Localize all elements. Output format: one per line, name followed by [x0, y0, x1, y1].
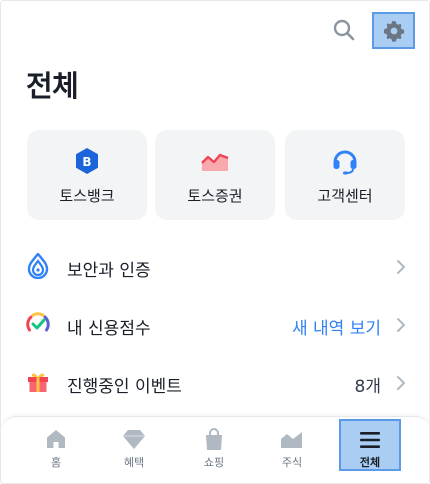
list-item-credit-score[interactable]: 내 신용점수 새 내역 보기 — [1, 296, 429, 354]
nav-item-home[interactable]: 홈 — [25, 417, 87, 472]
tile-customer-center[interactable]: 고객센터 — [285, 130, 405, 220]
gear-icon — [383, 20, 404, 42]
list-item-value: 8개 — [354, 377, 381, 397]
chevron-right-icon — [397, 260, 405, 274]
stock-chart-icon — [201, 147, 229, 175]
nav-item-all[interactable]: 전체 — [339, 419, 401, 471]
list-item-events[interactable]: 진행중인 이벤트 8개 — [1, 354, 429, 412]
diamond-icon — [121, 427, 147, 451]
tile-label: 고객센터 — [317, 187, 373, 205]
top-bar — [1, 1, 429, 61]
settings-button[interactable] — [372, 12, 415, 49]
list-item-security[interactable]: 보안과 인증 — [1, 238, 429, 296]
nav-item-label: 홈 — [50, 456, 62, 469]
list-item-value: 새 내역 보기 — [291, 319, 381, 339]
shortcut-tiles: B 토스뱅크 토스증권 고객센터 — [27, 130, 407, 220]
chevron-right-icon — [397, 376, 405, 390]
nav-item-label: 쇼핑 — [203, 456, 225, 469]
shopping-bag-icon — [201, 427, 227, 451]
credit-gauge-icon — [25, 311, 51, 337]
nav-item-label: 주식 — [281, 456, 303, 469]
search-button[interactable] — [327, 13, 361, 47]
nav-item-label: 혜택 — [123, 456, 145, 469]
toss-bank-logo-icon: B — [73, 147, 101, 175]
page-title: 전체 — [26, 69, 79, 103]
home-icon — [43, 427, 69, 451]
list-item-label: 진행중인 이벤트 — [67, 377, 182, 397]
svg-text:B: B — [82, 155, 91, 169]
gift-icon — [25, 369, 51, 395]
tile-label: 토스증권 — [187, 187, 243, 205]
security-drop-icon — [25, 253, 51, 279]
nav-item-shopping[interactable]: 쇼핑 — [183, 417, 245, 472]
tile-label: 토스뱅크 — [59, 187, 115, 205]
bottom-navigation: 홈 혜택 쇼핑 주식 전체 — [1, 416, 429, 483]
chevron-right-icon — [397, 318, 405, 332]
nav-item-benefits[interactable]: 혜택 — [103, 417, 165, 472]
tile-toss-securities[interactable]: 토스증권 — [155, 130, 275, 220]
nav-item-stocks[interactable]: 주식 — [261, 417, 323, 472]
search-icon — [333, 19, 355, 41]
tile-toss-bank[interactable]: B 토스뱅크 — [27, 130, 147, 220]
list-item-label: 내 신용점수 — [67, 319, 151, 339]
app-screen: 전체 B 토스뱅크 토스증권 고객센터 보안과 인증 내 신용점수 새 내역 보… — [0, 0, 430, 484]
menu-icon — [357, 428, 383, 452]
nav-item-label: 전체 — [359, 456, 381, 469]
headset-icon — [331, 147, 359, 175]
list-item-label: 보안과 인증 — [67, 261, 151, 281]
stock-icon — [279, 427, 305, 451]
